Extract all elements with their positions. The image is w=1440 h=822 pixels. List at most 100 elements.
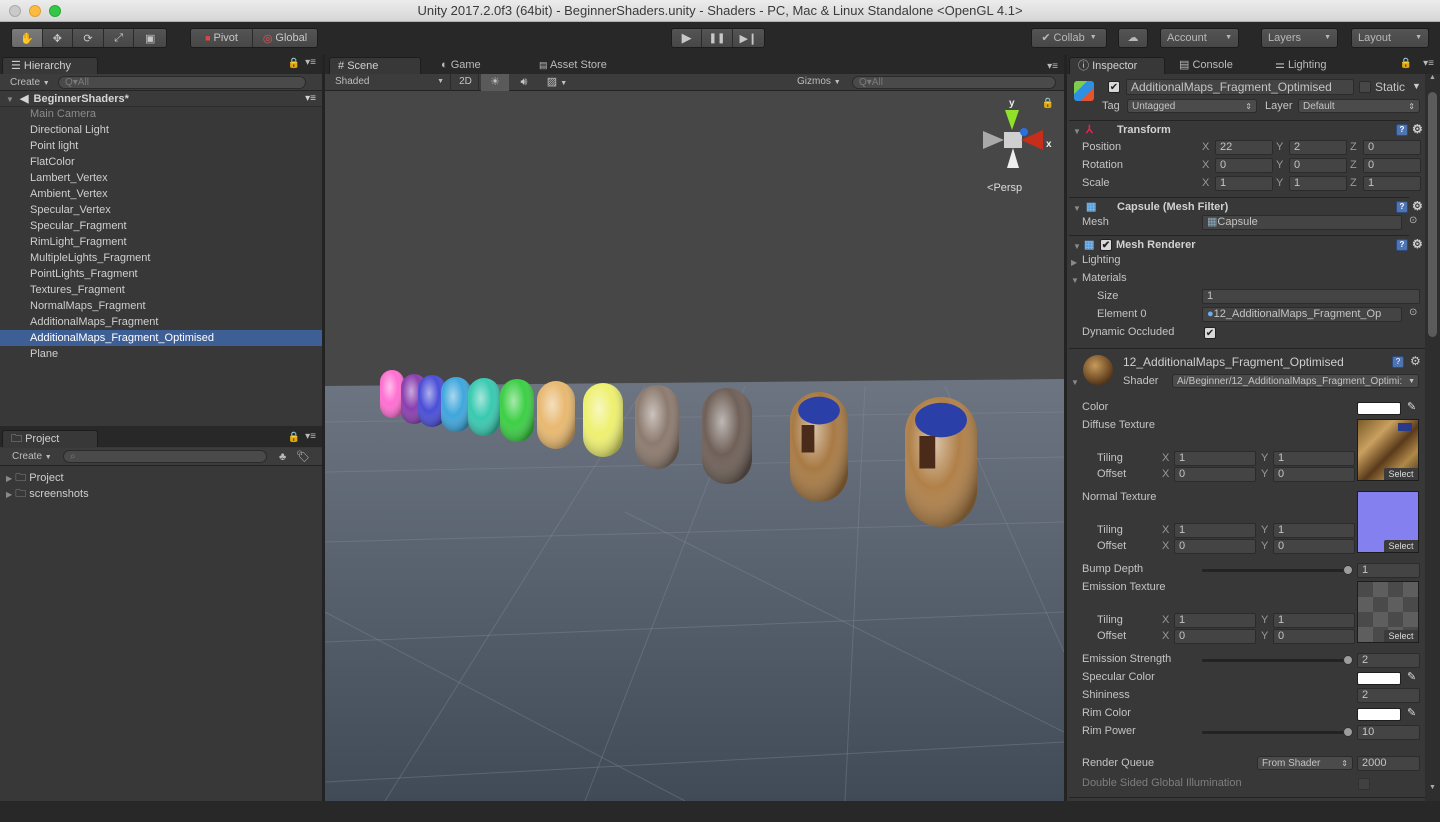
tab-inspector[interactable]: ⓘ Inspector (1069, 57, 1165, 74)
hierarchy-item[interactable]: AdditionalMaps_Fragment_Optimised (0, 330, 322, 346)
expand-triangle-icon[interactable]: ▼ (1071, 378, 1079, 387)
cloud-button[interactable]: ☁ (1118, 28, 1148, 48)
move-tool-button[interactable]: ✥ (42, 29, 74, 47)
emission-strength-field[interactable]: 2 (1357, 653, 1420, 668)
expand-triangle-icon[interactable]: ▶ (6, 474, 12, 483)
pause-button[interactable]: ❚❚ (702, 29, 733, 47)
mesh-field[interactable]: ▦Capsule (1202, 215, 1402, 230)
static-checkbox[interactable] (1359, 81, 1371, 93)
expand-triangle-icon[interactable]: ▼ (1073, 242, 1081, 251)
gear-icon[interactable]: ⚙ (1410, 354, 1421, 368)
eyedropper-icon[interactable]: ✎ (1407, 671, 1419, 684)
lighting-foldout[interactable]: Lighting (1082, 254, 1121, 266)
filter-by-label-icon[interactable]: 🏷 (296, 450, 310, 463)
play-button[interactable]: ▶ (672, 29, 703, 47)
hierarchy-item[interactable]: FlatColor (0, 154, 322, 170)
gizmo-center-cube[interactable] (1004, 132, 1022, 148)
rect-tool-button[interactable]: ▣ (134, 29, 166, 47)
hierarchy-item[interactable]: Textures_Fragment (0, 282, 322, 298)
layers-dropdown[interactable]: Layers ▼ (1261, 28, 1338, 48)
transform-scale-y-field[interactable]: 1 (1289, 176, 1347, 191)
emission-select-button[interactable]: Select (1384, 630, 1418, 642)
specular-color-swatch[interactable] (1357, 672, 1401, 685)
panel-divider[interactable] (1064, 55, 1067, 801)
hierarchy-item[interactable]: RimLight_Fragment (0, 234, 322, 250)
tab-project[interactable]: 🗀 Project (2, 430, 98, 447)
offset-x-field[interactable]: 0 (1174, 629, 1256, 644)
lock-icon[interactable]: 🔒 (1042, 98, 1054, 109)
create-dropdown[interactable]: Create ▼ (0, 451, 58, 462)
scroll-up-arrow[interactable]: ▲ (1425, 74, 1440, 81)
orientation-gizmo[interactable]: y x <Persp (980, 98, 1060, 198)
emission-strength-slider-thumb[interactable] (1343, 655, 1353, 665)
lock-icon[interactable]: 🔒 (1400, 58, 1412, 69)
filter-by-type-icon[interactable]: ♣ (279, 451, 286, 463)
maximize-window-button[interactable] (49, 5, 61, 17)
neg-y-cone[interactable] (1007, 148, 1019, 168)
hierarchy-item[interactable]: Lambert_Vertex (0, 170, 322, 186)
pivot-button[interactable]: ■ Pivot (191, 29, 254, 47)
tiling-x-field[interactable]: 1 (1174, 451, 1256, 466)
tab-game[interactable]: ◐ Game (433, 57, 513, 74)
hierarchy-item[interactable]: MultipleLights_Fragment (0, 250, 322, 266)
collab-dropdown[interactable]: ✔ Collab ▼ (1031, 28, 1107, 48)
tab-lighting[interactable]: ⚌ Lighting (1267, 57, 1357, 74)
hierarchy-item[interactable]: Point light (0, 138, 322, 154)
hierarchy-item[interactable]: PointLights_Fragment (0, 266, 322, 282)
tiling-x-field[interactable]: 1 (1174, 613, 1256, 628)
project-search-input[interactable]: ⌕ (63, 450, 267, 463)
static-dropdown-arrow[interactable]: ▼ (1412, 81, 1421, 91)
eyedropper-icon[interactable]: ✎ (1407, 401, 1419, 414)
mesh-filter-header[interactable]: ▼ ▦ Capsule (Mesh Filter) ? ⚙ (1069, 197, 1423, 217)
expand-triangle-icon[interactable]: ▼ (1073, 204, 1081, 213)
tiling-y-field[interactable]: 1 (1273, 613, 1355, 628)
offset-y-field[interactable]: 0 (1273, 467, 1355, 482)
expand-triangle-icon[interactable]: ▼ (1073, 127, 1081, 136)
help-icon[interactable]: ? (1396, 124, 1408, 136)
offset-y-field[interactable]: 0 (1273, 629, 1355, 644)
shininess-field[interactable]: 2 (1357, 688, 1420, 703)
materials-size-field[interactable]: 1 (1202, 289, 1420, 304)
dynamic-occluded-checkbox[interactable]: ✔ (1204, 327, 1216, 339)
hierarchy-item[interactable]: Plane (0, 346, 322, 362)
effects-dropdown[interactable]: ▨ ▼ (539, 74, 575, 91)
bump-depth-field[interactable]: 1 (1357, 563, 1420, 578)
scene-viewport[interactable]: y x <Persp 🔒 (325, 92, 1064, 801)
normal-select-button[interactable]: Select (1384, 540, 1418, 552)
tab-hierarchy[interactable]: ☰ Hierarchy (2, 57, 98, 74)
rim-power-slider-thumb[interactable] (1343, 727, 1353, 737)
normal-texture-slot[interactable]: Select (1357, 491, 1419, 553)
lock-icon[interactable]: 🔒 (288, 58, 300, 69)
step-button[interactable]: ▶❙ (732, 29, 764, 47)
layer-dropdown[interactable]: Default ⇕ (1298, 99, 1420, 113)
transform-scale-z-field[interactable]: 1 (1363, 176, 1421, 191)
hierarchy-item[interactable]: AdditionalMaps_Fragment (0, 314, 322, 330)
rim-power-slider[interactable] (1202, 731, 1349, 734)
tab-asset-store[interactable]: ▤ Asset Store (531, 57, 641, 74)
global-button[interactable]: ◎ Global (253, 29, 317, 47)
hierarchy-item[interactable]: Ambient_Vertex (0, 186, 322, 202)
expand-triangle-icon[interactable]: ▶ (6, 490, 12, 499)
transform-header[interactable]: ▼ ⅄ Transform ? ⚙ (1069, 120, 1423, 140)
minimize-window-button[interactable] (29, 5, 41, 17)
transform-scale-x-field[interactable]: 1 (1215, 176, 1273, 191)
create-dropdown[interactable]: Create ▼ (0, 77, 55, 88)
element0-field[interactable]: ●12_AdditionalMaps_Fragment_Op (1202, 307, 1402, 322)
diffuse-texture-slot[interactable]: Select (1357, 419, 1419, 481)
expand-triangle-icon[interactable]: ▶ (1071, 258, 1077, 267)
emission-texture-slot[interactable]: Select (1357, 581, 1419, 643)
hand-tool-button[interactable]: ✋ (12, 29, 43, 47)
active-checkbox[interactable]: ✔ (1108, 81, 1120, 93)
object-name-field[interactable]: AdditionalMaps_Fragment_Optimised (1126, 79, 1354, 95)
eyedropper-icon[interactable]: ✎ (1407, 707, 1419, 720)
tab-console[interactable]: ▤ Console (1171, 57, 1251, 74)
gear-icon[interactable]: ⚙ (1412, 199, 1423, 213)
neg-x-cone[interactable] (983, 131, 1004, 149)
bump-depth-slider-thumb[interactable] (1343, 565, 1353, 575)
scroll-down-arrow[interactable]: ▼ (1425, 784, 1440, 791)
tab-scene[interactable]: # Scene (329, 57, 421, 74)
scrollbar-thumb[interactable] (1428, 92, 1437, 337)
layout-dropdown[interactable]: Layout ▼ (1351, 28, 1429, 48)
lock-icon[interactable]: 🔒 (288, 432, 300, 443)
scale-tool-button[interactable]: ⤢ (103, 29, 135, 47)
